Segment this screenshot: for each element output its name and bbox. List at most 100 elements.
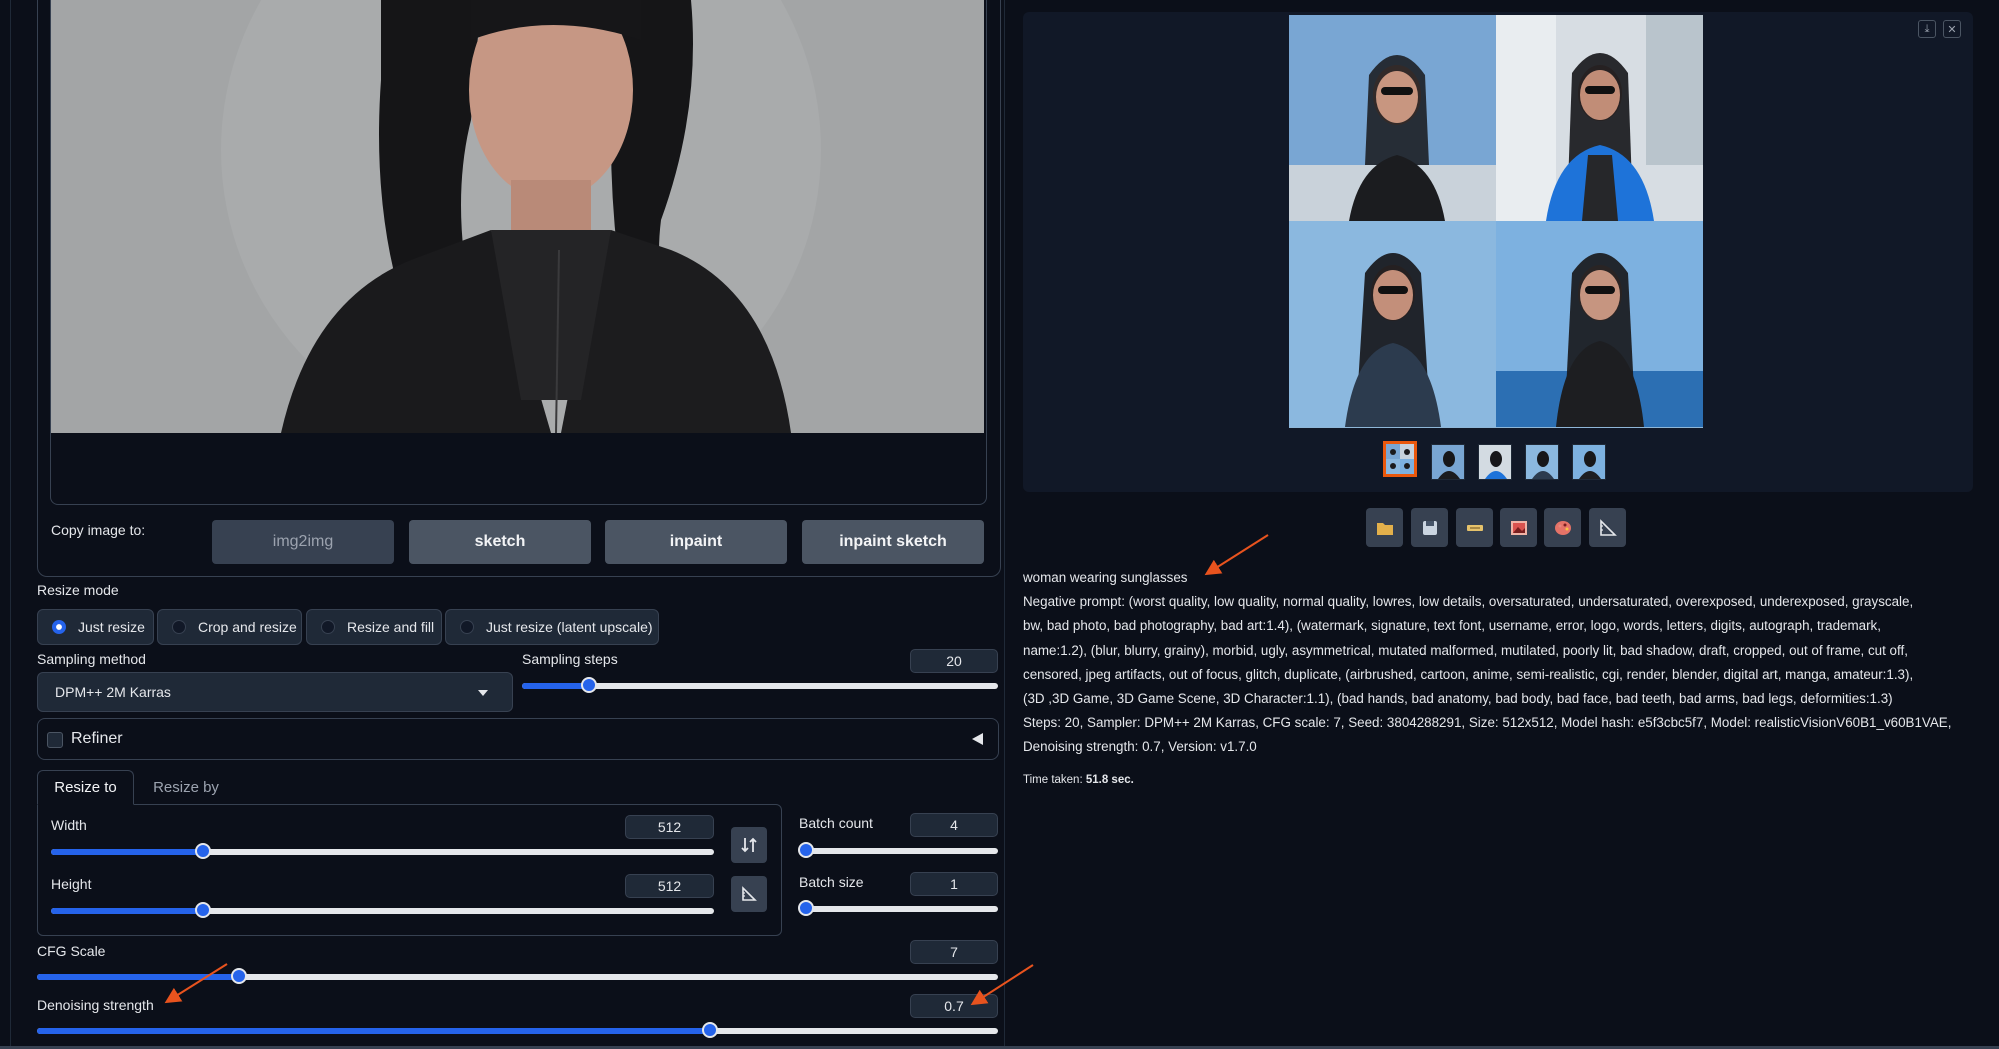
slider-handle[interactable]	[195, 902, 212, 918]
chevron-down-icon	[478, 690, 488, 696]
sampling-method-value: DPM++ 2M Karras	[55, 684, 171, 700]
denoising-strength-label: Denoising strength	[37, 997, 154, 1013]
output-image-2	[1496, 15, 1703, 221]
output-image-4	[1496, 221, 1703, 427]
refiner-accordion[interactable]	[37, 718, 999, 760]
slider-handle[interactable]	[580, 677, 597, 693]
radio-label: Resize and fill	[347, 619, 435, 635]
arrow-denoising-label	[164, 963, 228, 1004]
zip-icon	[1466, 524, 1483, 531]
triangle-left-icon[interactable]	[972, 733, 983, 745]
slider-handle[interactable]	[195, 843, 212, 859]
left-border	[10, 0, 11, 1049]
gallery-thumbnail-3[interactable]	[1525, 444, 1559, 480]
info-line: Negative prompt: (worst quality, low qua…	[1023, 594, 1914, 610]
prompt-text: woman wearing sunglasses	[1023, 570, 1188, 585]
height-input[interactable]: 512	[625, 874, 714, 898]
batch-size-input[interactable]: 1	[910, 872, 998, 896]
palette-icon	[1554, 520, 1571, 535]
radio-just-resize[interactable]: Just resize	[37, 609, 154, 645]
ruler-triangle-icon	[742, 886, 757, 901]
cfg-scale-input[interactable]: 7	[910, 940, 998, 964]
radio-resize-and-fill[interactable]: Resize and fill	[306, 609, 442, 645]
inpaint-button[interactable]: inpaint	[605, 520, 787, 564]
sketch-button[interactable]: sketch	[409, 520, 591, 564]
generation-info: woman wearing sunglasses Negative prompt…	[1023, 566, 1983, 760]
cfg-scale-label: CFG Scale	[37, 943, 106, 959]
slider-handle[interactable]	[230, 968, 247, 984]
radio-selected-indicator	[52, 620, 66, 634]
info-line: name:1.2), (blur, blurry, grainy), morbi…	[1023, 642, 1908, 658]
radio-label: Crop and resize	[198, 619, 297, 635]
height-label: Height	[51, 876, 92, 892]
slider-handle[interactable]	[701, 1022, 718, 1038]
info-line: censored, jpeg artifacts, out of focus, …	[1023, 666, 1914, 682]
time-taken-label: Time taken:	[1023, 774, 1083, 786]
folder-icon	[1376, 522, 1393, 535]
time-taken-value: 51.8 sec.	[1085, 774, 1134, 786]
ruler-icon	[1599, 518, 1617, 536]
refiner-label: Refiner	[71, 730, 123, 747]
output-image-1	[1289, 15, 1496, 221]
save-icon	[1422, 520, 1437, 535]
image-send-icon	[1510, 520, 1527, 535]
sampling-method-dropdown[interactable]: DPM++ 2M Karras	[37, 672, 513, 712]
width-input[interactable]: 512	[625, 815, 714, 839]
column-divider	[1004, 0, 1005, 1049]
tab-resize-by[interactable]: Resize by	[138, 770, 234, 805]
send-to-extras-button[interactable]	[1589, 508, 1626, 547]
gallery-thumbnail-grid[interactable]	[1383, 441, 1417, 477]
gallery-thumbnail-2[interactable]	[1478, 444, 1512, 480]
sampling-steps-input[interactable]: 20	[910, 649, 998, 673]
height-slider[interactable]	[51, 902, 714, 918]
sampling-steps-label: Sampling steps	[522, 651, 618, 667]
radio-indicator	[460, 620, 474, 634]
send-to-inpaint-button[interactable]	[1544, 508, 1581, 547]
sampling-method-label: Sampling method	[37, 651, 146, 667]
swap-arrows-icon	[741, 837, 757, 853]
batch-size-label: Batch size	[799, 874, 864, 890]
radio-indicator	[321, 620, 335, 634]
info-line: (3D ,3D Game, 3D Game Scene, 3D Characte…	[1023, 691, 1893, 707]
aspect-ratio-button[interactable]	[731, 876, 767, 912]
zip-button[interactable]	[1456, 508, 1493, 547]
denoising-strength-input[interactable]: 0.7	[910, 994, 998, 1018]
gallery-thumbnail-1[interactable]	[1431, 444, 1465, 480]
radio-label: Just resize	[78, 619, 145, 635]
gallery-thumbnail-4[interactable]	[1572, 444, 1606, 480]
send-to-img2img-button[interactable]	[1500, 508, 1537, 547]
close-icon[interactable]: ✕	[1943, 20, 1961, 38]
img2img-button[interactable]: img2img	[212, 520, 394, 564]
open-folder-button[interactable]	[1366, 508, 1403, 547]
cfg-scale-slider[interactable]	[37, 968, 998, 984]
tab-resize-to[interactable]: Resize to	[37, 770, 134, 805]
radio-crop-and-resize[interactable]: Crop and resize	[157, 609, 302, 645]
save-button[interactable]	[1411, 508, 1448, 547]
time-taken: Time taken: 51.8 sec.	[1023, 774, 1134, 786]
width-slider[interactable]	[51, 843, 714, 859]
slider-handle[interactable]	[798, 842, 814, 858]
radio-indicator	[172, 620, 186, 634]
refiner-checkbox[interactable]	[47, 732, 63, 748]
radio-label: Just resize (latent upscale)	[486, 619, 653, 635]
download-icon[interactable]: ⤓	[1918, 20, 1936, 38]
slider-handle[interactable]	[798, 900, 814, 916]
info-line: Denoising strength: 0.7, Version: v1.7.0	[1023, 739, 1257, 755]
output-grid-image[interactable]	[1289, 15, 1703, 428]
batch-size-slider[interactable]	[798, 900, 998, 916]
batch-count-slider[interactable]	[798, 842, 998, 858]
copy-image-label: Copy image to:	[51, 522, 146, 538]
denoising-strength-slider[interactable]	[37, 1022, 998, 1038]
radio-just-resize-latent[interactable]: Just resize (latent upscale)	[445, 609, 659, 645]
swap-dimensions-button[interactable]	[731, 827, 767, 863]
sampling-steps-slider[interactable]	[522, 677, 998, 693]
resize-mode-label: Resize mode	[37, 582, 119, 598]
source-portrait-image	[51, 0, 984, 433]
batch-count-input[interactable]: 4	[910, 813, 998, 837]
width-label: Width	[51, 817, 87, 833]
info-line: Steps: 20, Sampler: DPM++ 2M Karras, CFG…	[1023, 715, 1952, 731]
batch-count-label: Batch count	[799, 815, 873, 831]
output-image-3	[1289, 221, 1496, 427]
info-line: bw, bad photo, bad photography, bad art:…	[1023, 618, 1881, 634]
inpaint-sketch-button[interactable]: inpaint sketch	[802, 520, 984, 564]
